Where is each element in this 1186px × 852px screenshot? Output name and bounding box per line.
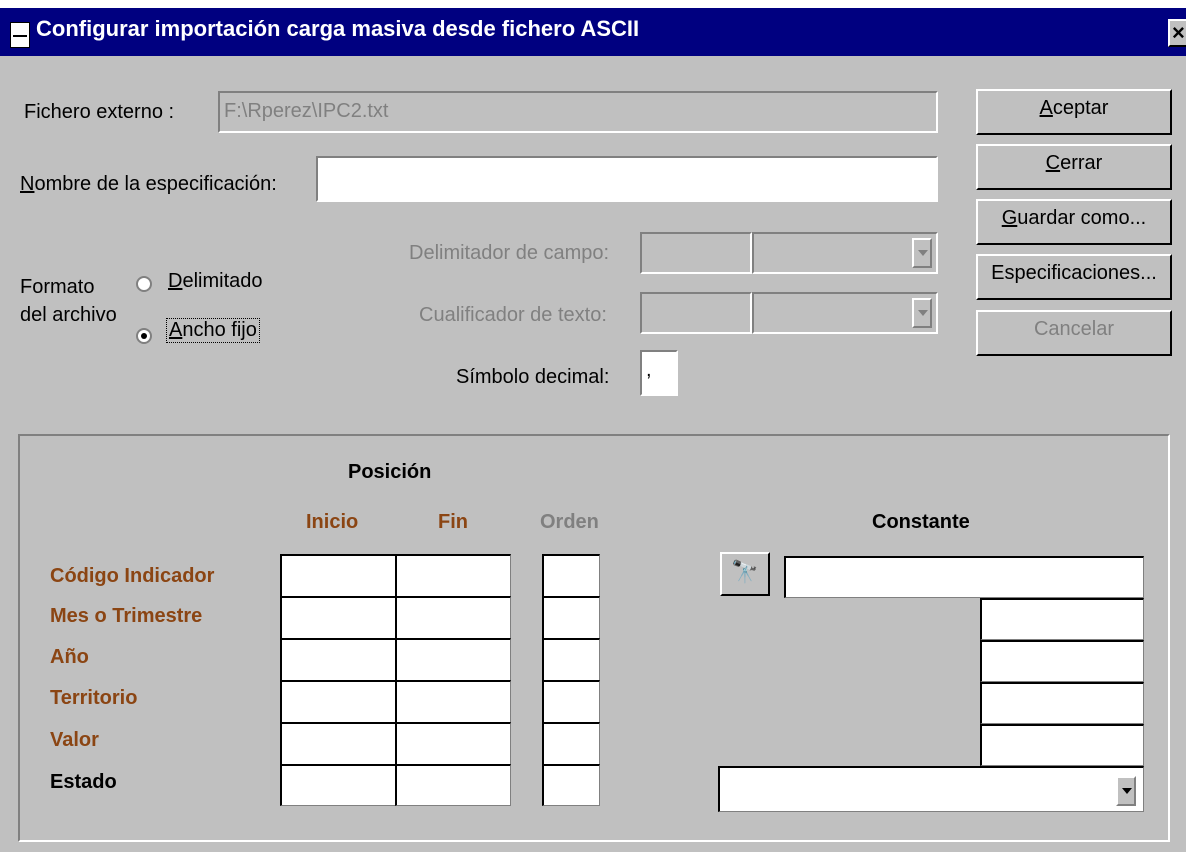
end-cell-month-quarter[interactable] bbox=[395, 596, 511, 639]
position-header: Posición bbox=[348, 461, 432, 483]
external-file-field[interactable]: F:\Rperez\IPC2.txt bbox=[218, 91, 938, 133]
text-qualifier-dropdown-arrow-icon[interactable] bbox=[912, 298, 932, 328]
status-dropdown-arrow-icon[interactable] bbox=[1116, 776, 1136, 806]
order-header: Orden bbox=[540, 511, 599, 533]
start-cell-month-quarter[interactable] bbox=[280, 596, 396, 639]
format-label-line1: Formato bbox=[20, 276, 95, 298]
order-cell-year[interactable] bbox=[542, 638, 600, 681]
order-cell-status[interactable] bbox=[542, 764, 600, 806]
order-cell-value[interactable] bbox=[542, 722, 600, 765]
radio-delimited[interactable] bbox=[136, 276, 152, 292]
window-icon bbox=[10, 22, 30, 48]
row-label-value: Valor bbox=[50, 729, 99, 751]
external-file-label: Fichero externo : bbox=[24, 101, 175, 123]
radio-fixed-width-label[interactable]: Ancho fijo bbox=[166, 318, 260, 343]
start-cell-year[interactable] bbox=[280, 638, 396, 681]
end-cell-year[interactable] bbox=[395, 638, 511, 681]
constant-header: Constante bbox=[872, 511, 970, 533]
constant-cell-territory[interactable] bbox=[980, 682, 1144, 724]
start-header: Inicio bbox=[306, 511, 359, 533]
text-qualifier-input[interactable] bbox=[640, 292, 752, 334]
cancel-button[interactable]: Cancelar bbox=[976, 310, 1172, 356]
constant-status-dropdown[interactable] bbox=[718, 766, 1144, 812]
start-cell-status[interactable] bbox=[280, 764, 396, 806]
row-label-indicator-code: Código Indicador bbox=[50, 565, 215, 587]
specifications-button[interactable]: Especificaciones... bbox=[976, 254, 1172, 300]
radio-fixed-width[interactable] bbox=[136, 328, 152, 344]
row-label-year: Año bbox=[50, 646, 89, 668]
text-qualifier-dropdown[interactable] bbox=[752, 292, 938, 334]
row-label-status: Estado bbox=[50, 771, 117, 793]
spec-name-input[interactable] bbox=[316, 156, 938, 202]
window-title: Configurar importación carga masiva desd… bbox=[36, 16, 640, 41]
end-cell-territory[interactable] bbox=[395, 680, 511, 723]
radio-selected-dot bbox=[141, 333, 147, 339]
binoculars-search-button[interactable]: 🔭 bbox=[720, 552, 770, 596]
row-label-territory: Territorio bbox=[50, 687, 138, 709]
order-cell-month-quarter[interactable] bbox=[542, 596, 600, 639]
field-delimiter-input[interactable] bbox=[640, 232, 752, 274]
close-button[interactable]: × bbox=[1168, 19, 1186, 47]
format-label-line2: del archivo bbox=[20, 304, 117, 326]
close-dialog-button[interactable]: Cerrar bbox=[976, 144, 1172, 190]
field-delimiter-label: Delimitador de campo: bbox=[409, 242, 610, 264]
order-cell-indicator-code[interactable] bbox=[542, 554, 600, 597]
decimal-symbol-label: Símbolo decimal: bbox=[456, 366, 610, 388]
start-cell-indicator-code[interactable] bbox=[280, 554, 396, 597]
save-as-button[interactable]: Guardar como... bbox=[976, 199, 1172, 245]
field-delimiter-dropdown[interactable] bbox=[752, 232, 938, 274]
start-cell-territory[interactable] bbox=[280, 680, 396, 723]
constant-cell-indicator-code[interactable] bbox=[784, 556, 1144, 598]
constant-cell-value[interactable] bbox=[980, 724, 1144, 766]
row-label-month-quarter: Mes o Trimestre bbox=[50, 605, 203, 627]
field-delimiter-dropdown-arrow-icon[interactable] bbox=[912, 238, 932, 268]
order-cell-territory[interactable] bbox=[542, 680, 600, 723]
end-cell-value[interactable] bbox=[395, 722, 511, 765]
text-qualifier-label: Cualificador de texto: bbox=[419, 304, 607, 326]
constant-cell-year[interactable] bbox=[980, 640, 1144, 682]
accept-button[interactable]: Aceptar bbox=[976, 89, 1172, 135]
end-cell-status[interactable] bbox=[395, 764, 511, 806]
constant-cell-month-quarter[interactable] bbox=[980, 598, 1144, 640]
binoculars-icon: 🔭 bbox=[731, 559, 759, 584]
decimal-symbol-input[interactable]: , bbox=[640, 350, 678, 396]
spec-name-label: Nombre de la especificación: bbox=[20, 173, 277, 195]
radio-delimited-label[interactable]: Delimitado bbox=[168, 270, 263, 293]
start-cell-value[interactable] bbox=[280, 722, 396, 765]
end-header: Fin bbox=[438, 511, 468, 533]
end-cell-indicator-code[interactable] bbox=[395, 554, 511, 597]
